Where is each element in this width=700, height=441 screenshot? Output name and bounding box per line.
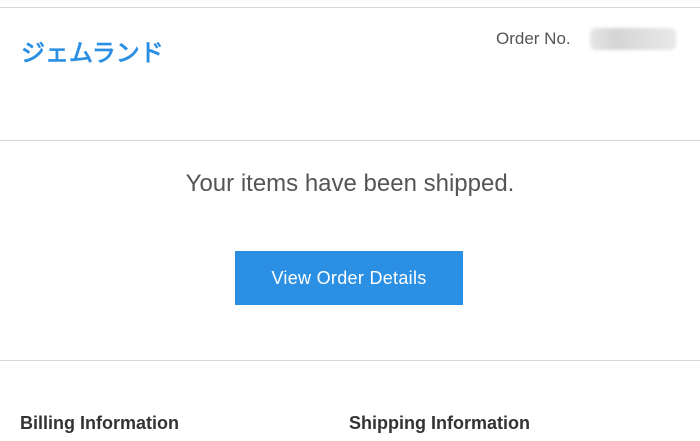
shipping-information-heading: Shipping Information	[349, 413, 530, 433]
view-order-details-button[interactable]: View Order Details	[235, 251, 463, 305]
order-number-label: Order No.	[496, 29, 571, 48]
brand-logo: ジェムランド	[21, 39, 164, 67]
header-divider	[0, 140, 700, 141]
content-divider	[0, 360, 700, 361]
billing-information-heading: Billing Information	[20, 413, 179, 433]
email-page: ジェムランド Order No. Your items have been sh…	[0, 0, 700, 441]
shipped-message: Your items have been shipped.	[185, 170, 515, 197]
order-number-redacted	[590, 28, 676, 50]
